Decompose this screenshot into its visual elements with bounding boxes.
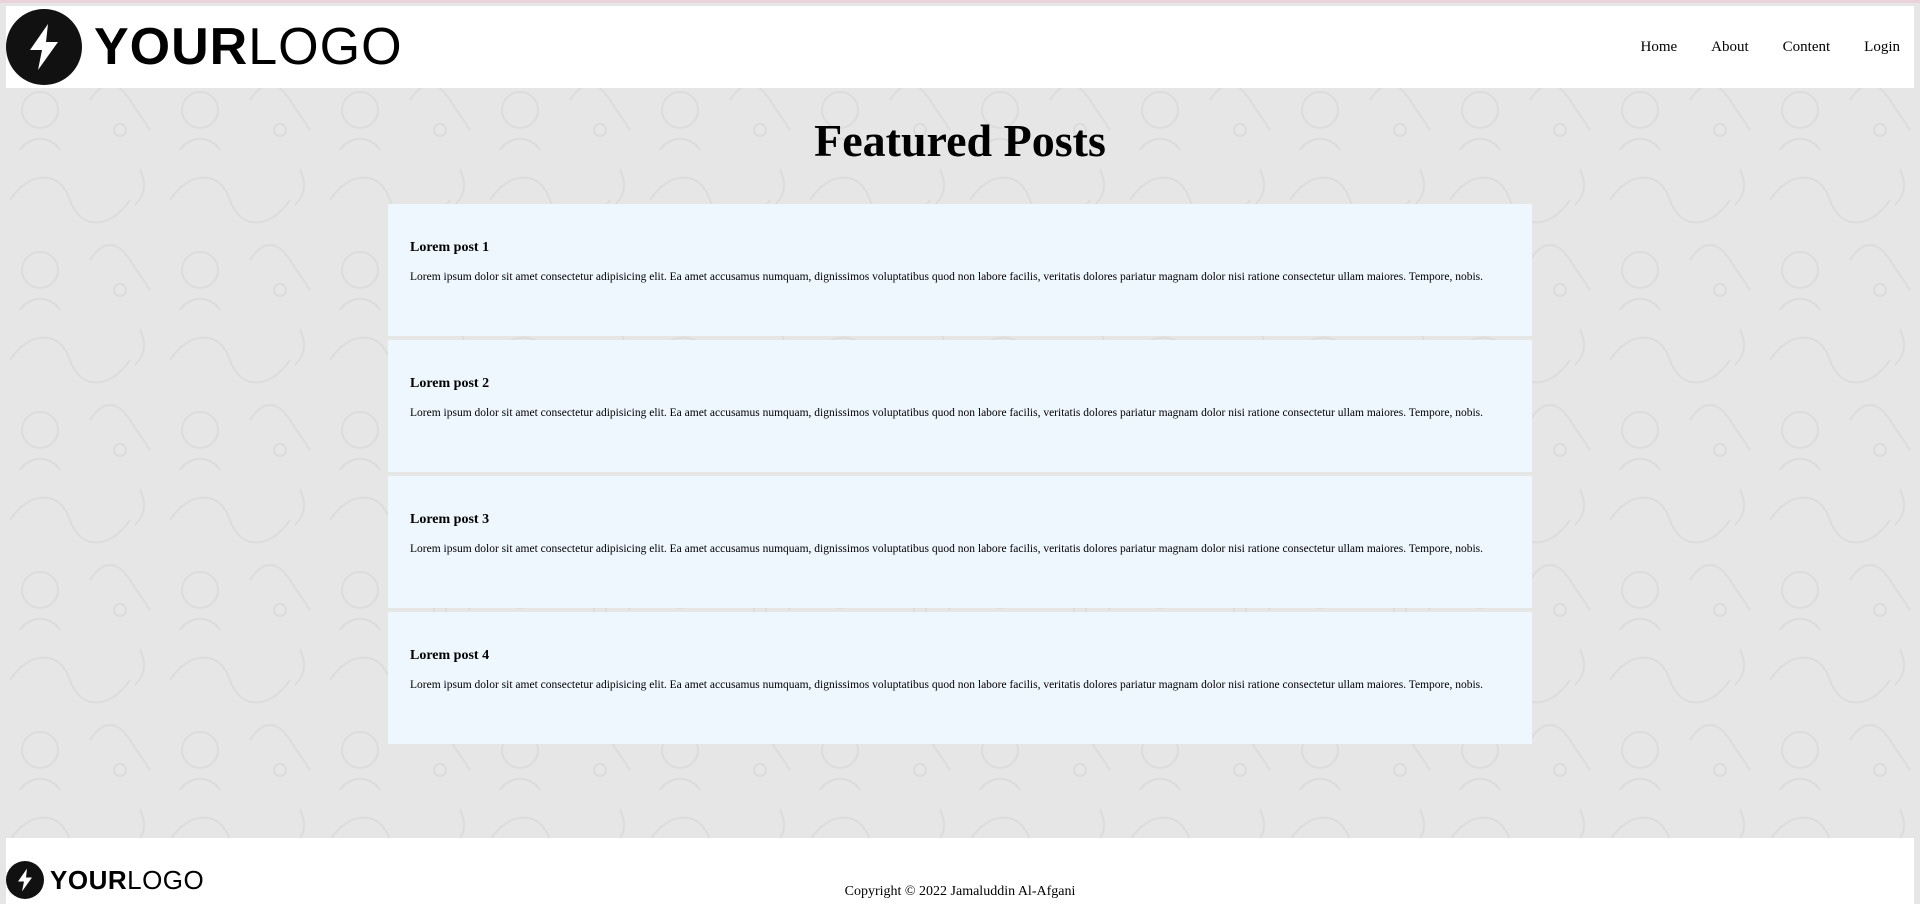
post-body: Lorem ipsum dolor sit amet consectetur a…	[410, 407, 1484, 419]
site-footer: YOURLOGO Copyright © 2022 Jamaluddin Al-…	[6, 838, 1914, 904]
post-body: Lorem ipsum dolor sit amet consectetur a…	[410, 271, 1484, 283]
post-card[interactable]: Lorem post 4 Lorem ipsum dolor sit amet …	[388, 612, 1532, 744]
post-title: Lorem post 2	[410, 376, 490, 391]
site-header: YOURLOGO Home About Content Login	[6, 6, 1914, 88]
lightning-bolt-icon	[6, 9, 82, 85]
header-logo[interactable]: YOURLOGO	[6, 6, 403, 88]
nav-link-login[interactable]: Login	[1864, 39, 1900, 56]
top-accent-line	[0, 0, 1920, 3]
featured-posts-list: Lorem post 1 Lorem ipsum dolor sit amet …	[388, 204, 1532, 748]
post-card[interactable]: Lorem post 1 Lorem ipsum dolor sit amet …	[388, 204, 1532, 336]
post-title: Lorem post 3	[410, 512, 490, 527]
logo-text-regular: LOGO	[248, 18, 403, 76]
logo-wordmark: YOURLOGO	[94, 21, 403, 73]
copyright-text: Copyright © 2022 Jamaluddin Al-Afgani	[844, 884, 1076, 899]
nav-link-home[interactable]: Home	[1640, 39, 1677, 56]
post-body: Lorem ipsum dolor sit amet consectetur a…	[410, 543, 1484, 555]
post-card[interactable]: Lorem post 2 Lorem ipsum dolor sit amet …	[388, 340, 1532, 472]
nav-link-content[interactable]: Content	[1783, 39, 1831, 56]
nav-link-about[interactable]: About	[1711, 39, 1749, 56]
post-card[interactable]: Lorem post 3 Lorem ipsum dolor sit amet …	[388, 476, 1532, 608]
post-body: Lorem ipsum dolor sit amet consectetur a…	[410, 679, 1484, 691]
post-title: Lorem post 1	[410, 240, 490, 255]
logo-text-bold: YOUR	[94, 18, 249, 76]
main-nav: Home About Content Login	[1606, 6, 1900, 88]
page-title: Featured Posts	[814, 115, 1106, 166]
post-title: Lorem post 4	[410, 648, 490, 663]
